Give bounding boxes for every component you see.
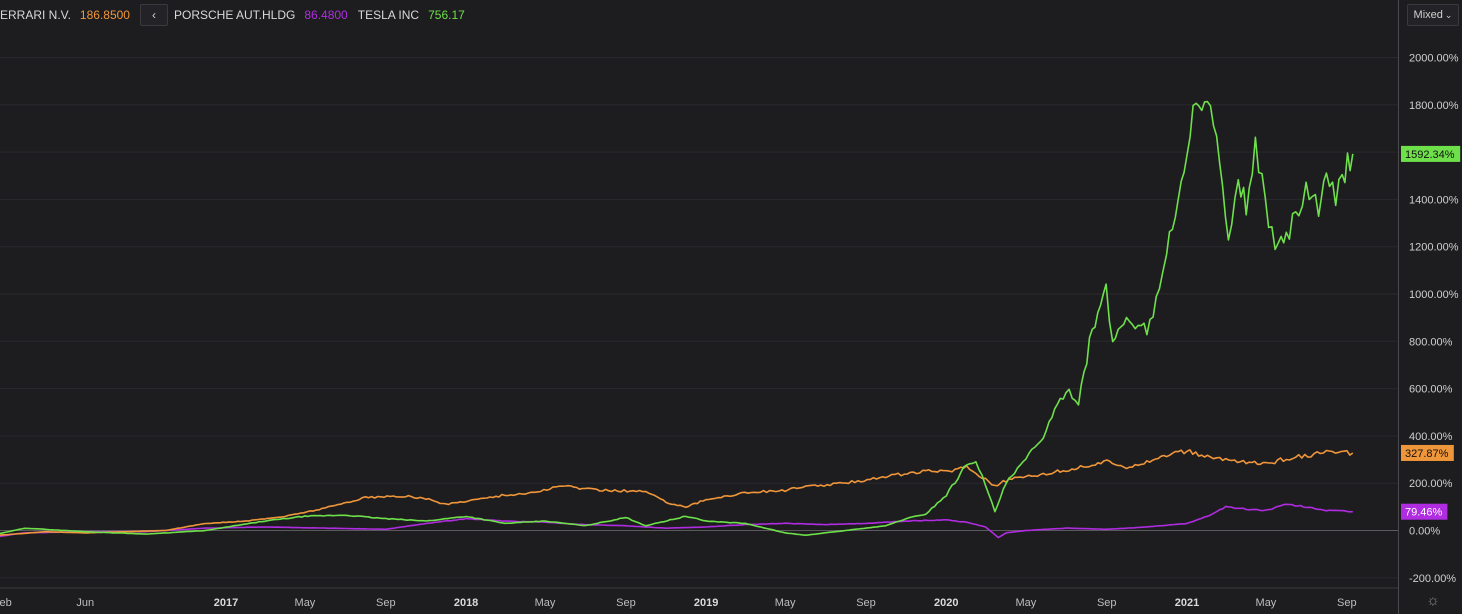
- series-line-ferrari: [0, 449, 1354, 536]
- x-tick-label: eb: [0, 597, 12, 609]
- x-tick-label: 2017: [214, 597, 238, 609]
- x-tick-label: 2019: [694, 597, 718, 609]
- y-tick-label: 600.00%: [1409, 384, 1453, 396]
- x-tick-label: 2018: [454, 597, 478, 609]
- y-tick-label: 1000.00%: [1409, 289, 1459, 301]
- x-tick-label: Sep: [376, 597, 396, 609]
- x-tick-label: May: [1256, 597, 1277, 609]
- x-tick-label: May: [1015, 597, 1036, 609]
- y-tick-label: -200.00%: [1409, 573, 1456, 585]
- x-tick-label: 2021: [1175, 597, 1199, 609]
- y-tick-label: 1400.00%: [1409, 194, 1459, 206]
- x-tick-label: Sep: [856, 597, 876, 609]
- x-tick-label: Sep: [616, 597, 636, 609]
- x-tick-label: 2020: [934, 597, 958, 609]
- last-value-label-ferrari: 327.87%: [1405, 448, 1449, 460]
- y-tick-label: 800.00%: [1409, 336, 1453, 348]
- x-tick-label: May: [775, 597, 796, 609]
- y-tick-label: 1800.00%: [1409, 100, 1459, 112]
- y-tick-label: 400.00%: [1409, 431, 1453, 443]
- x-tick-label: May: [295, 597, 316, 609]
- x-tick-label: Sep: [1337, 597, 1357, 609]
- gear-icon[interactable]: ☼: [1424, 592, 1442, 610]
- x-tick-label: Sep: [1097, 597, 1117, 609]
- y-tick-label: 0.00%: [1409, 526, 1440, 538]
- series-line-porsche: [0, 503, 1353, 539]
- y-tick-label: 2000.00%: [1409, 53, 1459, 65]
- x-tick-label: May: [535, 597, 556, 609]
- last-value-label-porsche: 79.46%: [1405, 507, 1443, 519]
- series-line-tesla: [0, 100, 1354, 536]
- y-tick-label: 1200.00%: [1409, 242, 1459, 254]
- last-value-label-tesla: 1592.34%: [1405, 149, 1455, 161]
- x-tick-label: Jun: [76, 597, 94, 609]
- y-tick-label: 200.00%: [1409, 478, 1453, 490]
- chart-canvas[interactable]: 2000.00%1800.00%1600.00%1400.00%1200.00%…: [0, 0, 1462, 614]
